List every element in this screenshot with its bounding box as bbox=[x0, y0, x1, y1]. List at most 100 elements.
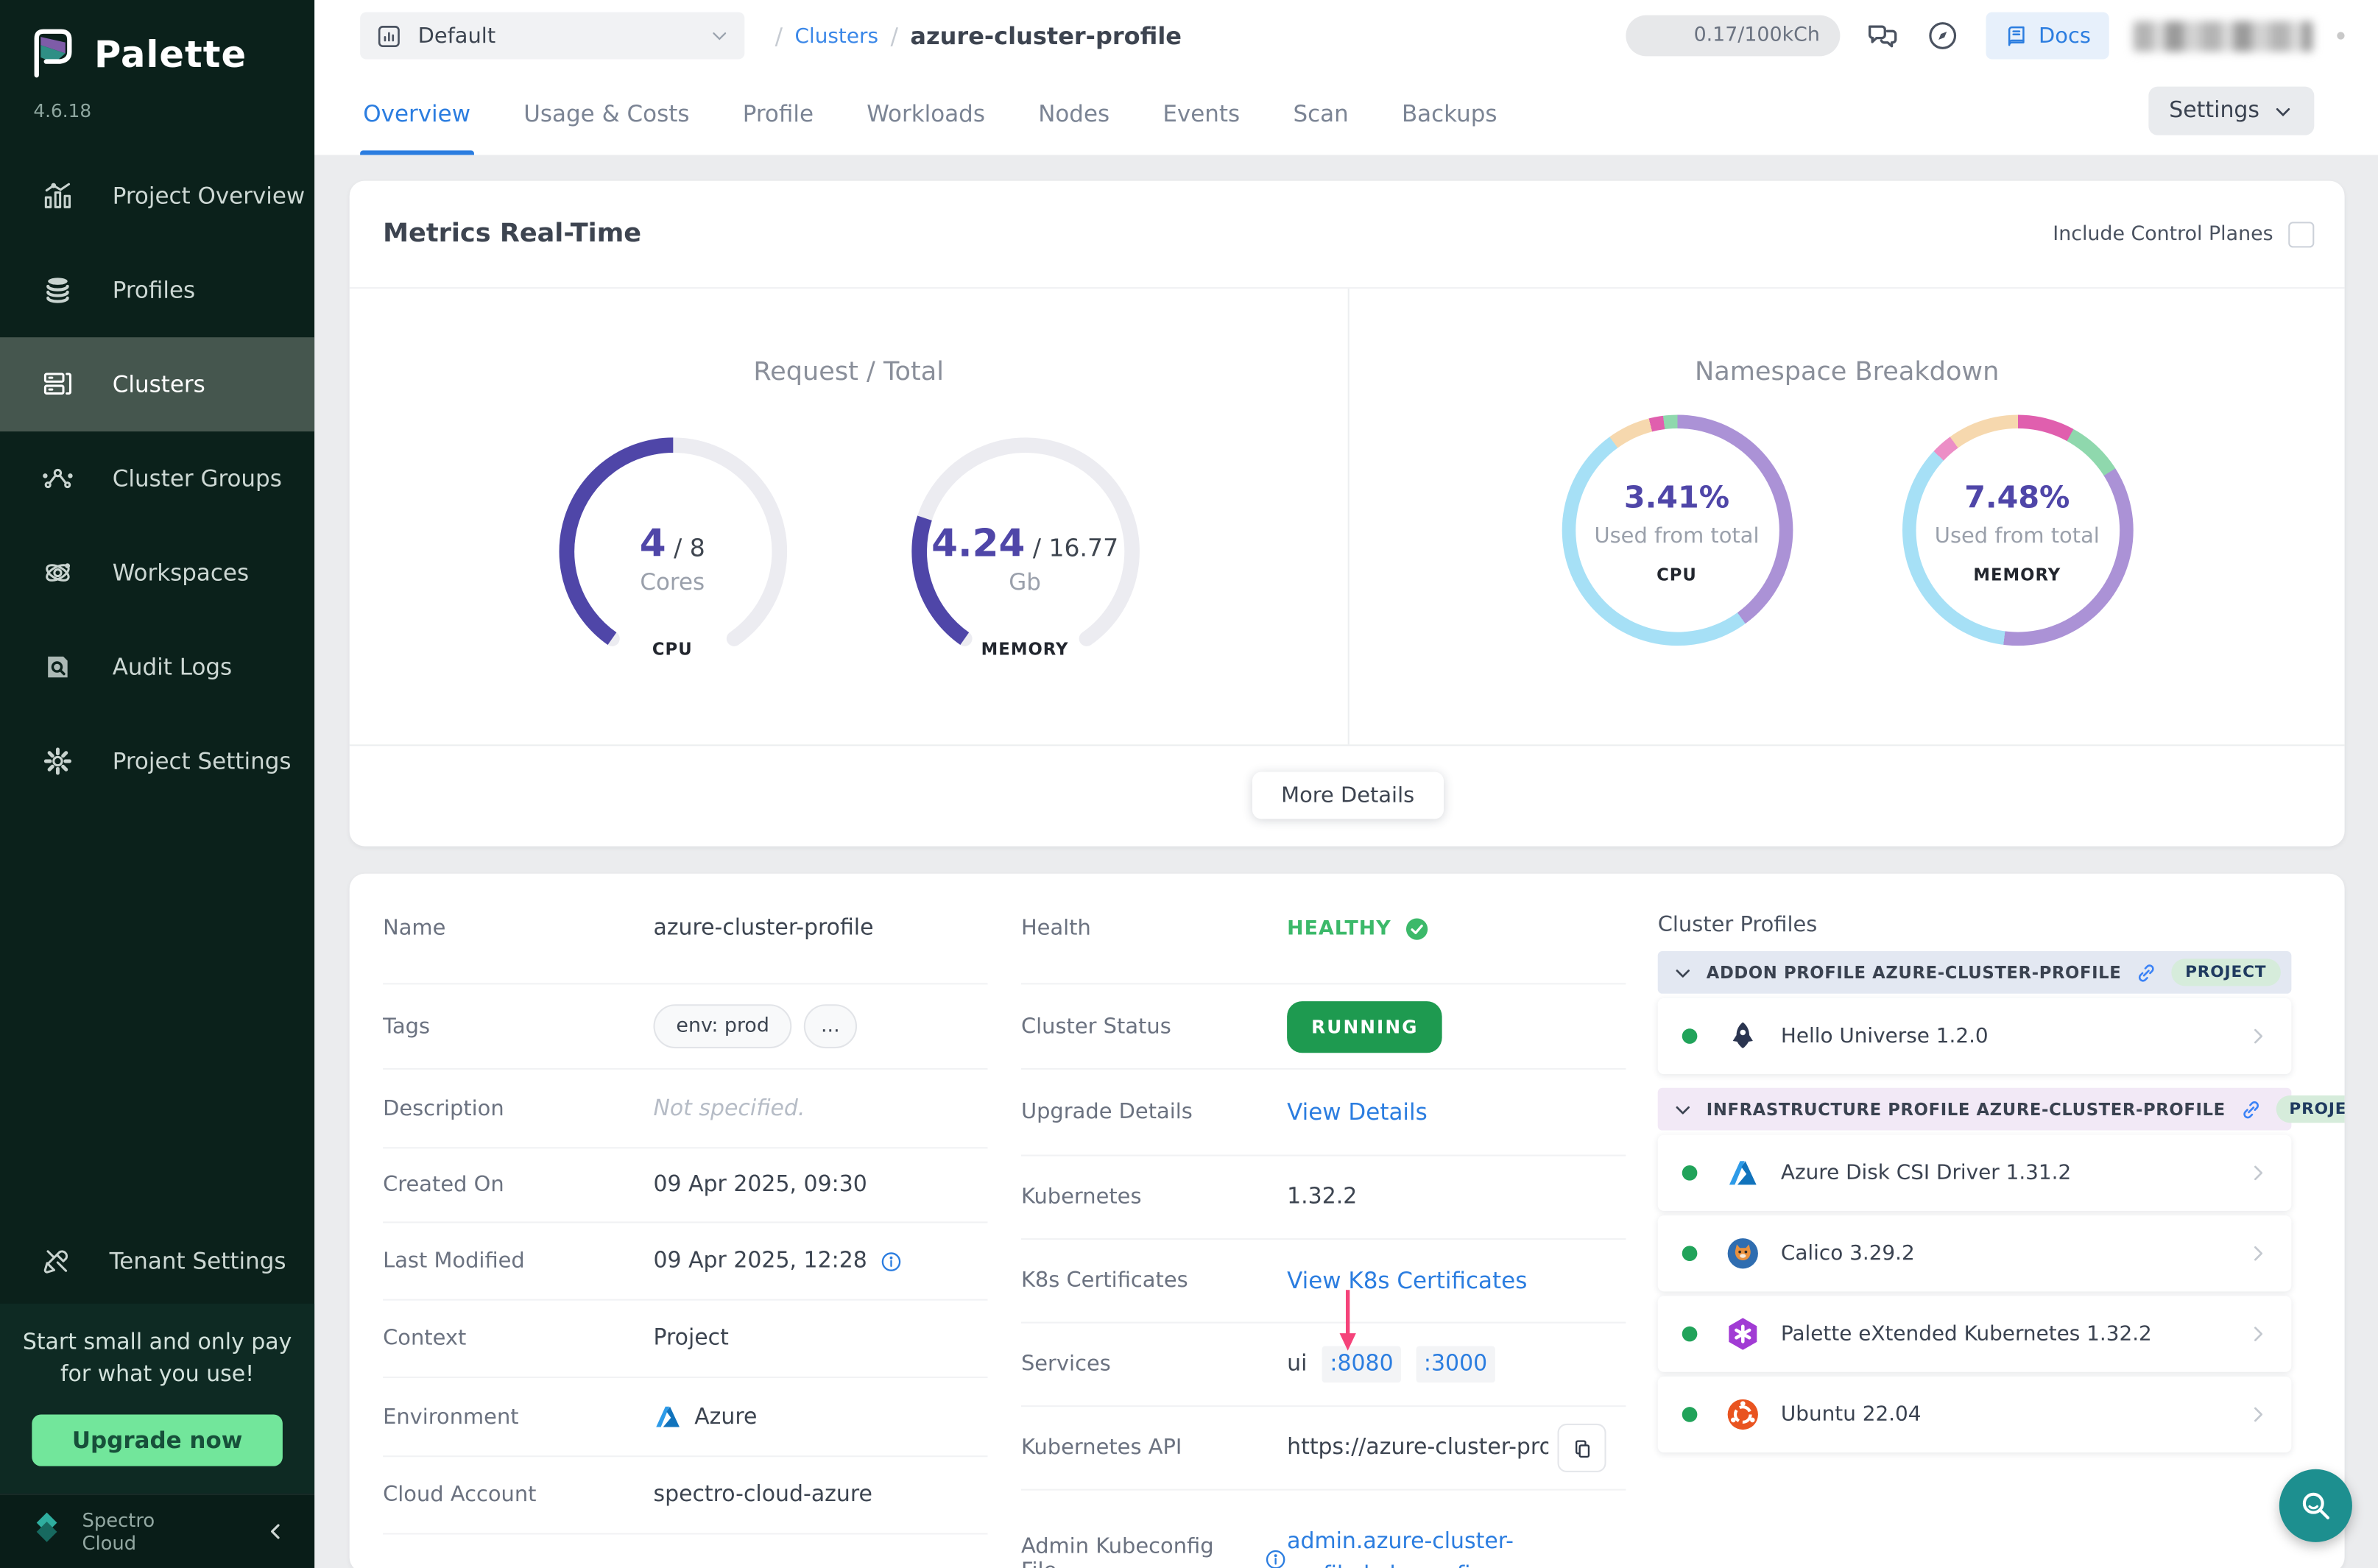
row-label: Tags bbox=[383, 1014, 653, 1039]
gauge-unit: Gb bbox=[896, 568, 1154, 596]
search-fab-button[interactable] bbox=[2279, 1469, 2352, 1542]
topbar-right: 0.17/100kCh bbox=[1626, 13, 2345, 60]
user-account-blurred[interactable] bbox=[2134, 21, 2313, 51]
row-value: Project bbox=[653, 1327, 728, 1351]
compass-icon[interactable] bbox=[1924, 18, 1961, 54]
sidebar-item-project-overview[interactable]: Project Overview bbox=[0, 149, 314, 243]
status-dot bbox=[1682, 1327, 1698, 1342]
profile-layer-label: Ubuntu 22.04 bbox=[1781, 1402, 1922, 1427]
status-dot bbox=[1682, 1407, 1698, 1422]
profile-section-header[interactable]: INFRASTRUCTURE PROFILE AZURE-CLUSTER-PRO… bbox=[1658, 1088, 2292, 1131]
more-details-button[interactable]: More Details bbox=[1252, 771, 1443, 819]
profile-layer-calico-3-29-2[interactable]: Calico 3.29.2 bbox=[1658, 1215, 2292, 1291]
tab-profile[interactable]: Profile bbox=[740, 71, 817, 155]
memory-request-total-gauge: 4.24 / 16.77 Gb MEMORY bbox=[896, 433, 1154, 670]
cpu-request-total-gauge: 4 / 8 Cores CPU bbox=[543, 433, 802, 670]
docs-button[interactable]: Docs bbox=[1986, 13, 2109, 60]
tag-pill[interactable]: env: prod bbox=[653, 1004, 791, 1048]
tab-events[interactable]: Events bbox=[1160, 71, 1243, 155]
topbar: Default / Clusters / azure-cluster-profi… bbox=[314, 0, 2378, 71]
service-port-8080-link[interactable]: :8080 bbox=[1322, 1346, 1401, 1383]
row-label: Admin Kubeconfig File bbox=[1021, 1535, 1254, 1568]
project-selector-value: Default bbox=[418, 24, 496, 48]
tag-overflow-pill[interactable]: ... bbox=[804, 1004, 856, 1048]
spectro-cloud-logo-icon bbox=[27, 1512, 67, 1552]
chevron-right-icon bbox=[2248, 1404, 2269, 1425]
row-label: Environment bbox=[383, 1405, 653, 1429]
profile-layer-label: Hello Universe 1.2.0 bbox=[1781, 1024, 1989, 1048]
user-menu-dot bbox=[2337, 32, 2344, 39]
book-icon bbox=[2004, 24, 2028, 48]
sidebar-item-cluster-groups[interactable]: Cluster Groups bbox=[0, 431, 314, 526]
gauge-caption: CPU bbox=[543, 640, 802, 660]
arrow-down-icon bbox=[1336, 1288, 1360, 1352]
profile-layer-palette-extended-kubernetes-1-32-2[interactable]: Palette eXtended Kubernetes 1.32.2 bbox=[1658, 1296, 2292, 1372]
detail-row-environment: Environment Azure bbox=[383, 1378, 987, 1457]
tab-usage-costs[interactable]: Usage & Costs bbox=[521, 71, 693, 155]
include-control-planes-checkbox[interactable] bbox=[2288, 221, 2314, 247]
row-value: azure-cluster-profile bbox=[653, 917, 873, 941]
profile-layer-ubuntu-22-04[interactable]: Ubuntu 22.04 bbox=[1658, 1377, 2292, 1452]
palette-logo-icon bbox=[24, 24, 79, 85]
service-name: ui bbox=[1287, 1352, 1307, 1377]
copy-icon[interactable] bbox=[1557, 1424, 1606, 1472]
sidebar-item-audit-logs[interactable]: Audit Logs bbox=[0, 620, 314, 714]
project-scope-badge: PROJECT bbox=[2276, 1095, 2345, 1123]
donut-percent: 7.48% bbox=[1902, 478, 2133, 515]
row-value: Azure bbox=[694, 1405, 757, 1429]
tab-overview[interactable]: Overview bbox=[360, 71, 473, 155]
chevron-right-icon bbox=[2248, 1243, 2269, 1264]
info-icon[interactable] bbox=[879, 1250, 902, 1273]
tab-backups[interactable]: Backups bbox=[1399, 71, 1500, 155]
health-status: HEALTHY bbox=[1287, 917, 1391, 940]
tab-workloads[interactable]: Workloads bbox=[864, 71, 988, 155]
tab-scan[interactable]: Scan bbox=[1290, 71, 1352, 155]
row-label: Cluster Status bbox=[1021, 1014, 1287, 1039]
running-status-badge: RUNNING bbox=[1287, 1000, 1442, 1052]
row-label: Health bbox=[1021, 917, 1287, 941]
view-details-link[interactable]: View Details bbox=[1287, 1098, 1428, 1126]
cluster-groups-icon bbox=[40, 460, 77, 497]
main-area: Default / Clusters / azure-cluster-profi… bbox=[314, 0, 2378, 1568]
detail-row-created-on: Created On 09 Apr 2025, 09:30 bbox=[383, 1148, 987, 1223]
sidebar-item-tenant-settings[interactable]: Tenant Settings bbox=[0, 1218, 314, 1303]
upgrade-now-button[interactable]: Upgrade now bbox=[32, 1414, 282, 1466]
settings-button[interactable]: Settings bbox=[2148, 87, 2314, 135]
info-icon[interactable] bbox=[1264, 1547, 1287, 1568]
search-icon bbox=[2298, 1488, 2335, 1525]
chat-icon[interactable] bbox=[1864, 18, 1901, 54]
detail-row-k8s-certificates: K8s Certificates View K8s Certificates bbox=[1021, 1240, 1626, 1324]
profile-layer-azure-disk-csi-driver-1-31-2[interactable]: Azure Disk CSI Driver 1.31.2 bbox=[1658, 1135, 2292, 1211]
service-port-3000-link[interactable]: :3000 bbox=[1416, 1346, 1495, 1383]
project-selector[interactable]: Default bbox=[360, 13, 744, 60]
view-k8s-certificates-link[interactable]: View K8s Certificates bbox=[1287, 1267, 1527, 1294]
link-icon bbox=[2239, 1098, 2262, 1120]
sidebar-item-label: Project Overview bbox=[113, 183, 306, 210]
sidebar-menu: Project Overview ProfilesClustersCluster … bbox=[0, 149, 314, 808]
admin-kubeconfig-link[interactable]: admin.azure-cluster- profile.kubeconfig bbox=[1287, 1525, 1514, 1568]
page-content: Metrics Real-Time Include Control Planes… bbox=[314, 155, 2378, 1568]
namespace-breakdown-memory-donut: 7.48% Used from total MEMORY bbox=[1902, 414, 2133, 646]
sidebar-item-workspaces[interactable]: Workspaces bbox=[0, 526, 314, 620]
profile-layer-hello-universe-1-2-0[interactable]: Hello Universe 1.2.0 bbox=[1658, 998, 2292, 1074]
cluster-profiles-panel: Cluster Profiles ADDON PROFILE AZURE-CLU… bbox=[1658, 874, 2292, 1452]
sidebar-item-clusters[interactable]: Clusters bbox=[0, 337, 314, 431]
link-icon bbox=[2135, 961, 2158, 983]
workspaces-icon bbox=[40, 554, 77, 591]
profile-section-header[interactable]: ADDON PROFILE AZURE-CLUSTER-PROFILE PROJ… bbox=[1658, 951, 2292, 994]
row-value: 09 Apr 2025, 09:30 bbox=[653, 1173, 867, 1197]
namespace-breakdown-panel: Namespace Breakdown 3.41% Used from tota… bbox=[1349, 289, 2345, 744]
sidebar-item-project-settings[interactable]: Project Settings bbox=[0, 714, 314, 808]
kubernetes-api-url: https://azure-cluster-profile... bbox=[1287, 1435, 1548, 1460]
logo-row: Palette bbox=[0, 0, 314, 85]
details-middle-column: Health HEALTHY Cluster Status RUNNING bbox=[1021, 874, 1626, 1568]
profile-section-name: INFRASTRUCTURE PROFILE AZURE-CLUSTER-PRO… bbox=[1707, 1099, 2226, 1119]
chevron-down-icon bbox=[710, 26, 730, 46]
pxk-icon bbox=[1725, 1316, 1762, 1352]
tab-bar: Overview Usage & Costs Profile Workloads Nod… bbox=[314, 71, 2378, 155]
chevron-left-icon[interactable] bbox=[266, 1521, 287, 1542]
detail-row-cluster-status: Cluster Status RUNNING bbox=[1021, 984, 1626, 1070]
breadcrumb-clusters-link[interactable]: Clusters bbox=[795, 24, 878, 48]
sidebar-item-profiles[interactable]: Profiles bbox=[0, 243, 314, 337]
tab-nodes[interactable]: Nodes bbox=[1035, 71, 1112, 155]
